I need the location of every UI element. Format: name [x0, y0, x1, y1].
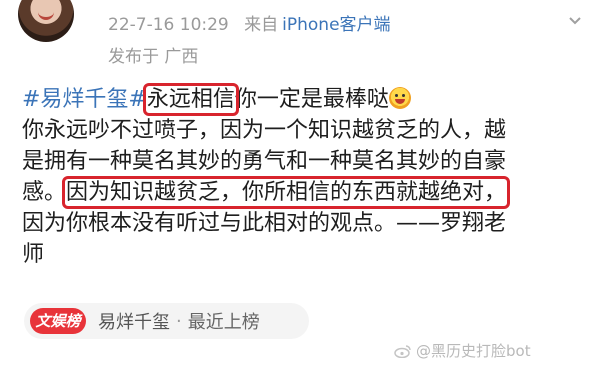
content-line-4: 感。因为知识越贫乏，你所相信的东西就越绝对， [22, 176, 592, 209]
tag-name: 易烊千玺 [98, 312, 170, 333]
tag-separator: · [176, 310, 182, 332]
content-text: 你一定是最棒哒 [234, 87, 389, 112]
highlight-box-1: 永远相信 [142, 83, 239, 116]
watermark: @黑历史打脸bot [394, 340, 531, 361]
entertainment-ranking-logo: 文娱榜 [30, 308, 86, 334]
post-device[interactable]: iPhone客户端 [282, 15, 390, 35]
chevron-down-icon[interactable] [568, 14, 582, 28]
post-meta: 22-7-16 10:29 来自 iPhone客户端 [108, 10, 401, 35]
tag-status: 最近上榜 [187, 312, 260, 333]
content-line-3: 是拥有一种莫名其妙的勇气和一种莫名其妙的自豪 [22, 149, 507, 174]
post-source-prefix: 来自 [244, 15, 279, 35]
avatar[interactable] [18, 0, 74, 42]
post-timestamp: 22-7-16 10:29 [108, 15, 229, 35]
post-location: 发布于 广西 [108, 47, 199, 67]
highlight-box-2: 因为知识越贫乏，你所相信的东西就越绝对， [62, 176, 511, 209]
watermark-text: @黑历史打脸bot [416, 342, 531, 360]
content-line-6: 师 [22, 242, 45, 267]
content-line-1: #易烊千玺#永远相信你一定是最棒哒 [22, 83, 592, 116]
content-text: 感。 [22, 180, 67, 205]
content-line-5: 因为你根本没有听过与此相对的观点。——罗翔老 [22, 211, 507, 236]
weibo-logo-icon [394, 344, 411, 358]
hashtag-link[interactable]: #易烊千玺# [22, 87, 147, 112]
content-line-2: 你永远吵不过喷子，因为一个知识越贫乏的人，越 [22, 118, 507, 143]
post-content: #易烊千玺#永远相信你一定是最棒哒 你永远吵不过喷子，因为一个知识越贫乏的人，越… [22, 83, 592, 270]
ranking-tag[interactable]: 文娱榜 易烊千玺 · 最近上榜 [24, 303, 309, 339]
smiley-emoji-icon [388, 87, 411, 109]
